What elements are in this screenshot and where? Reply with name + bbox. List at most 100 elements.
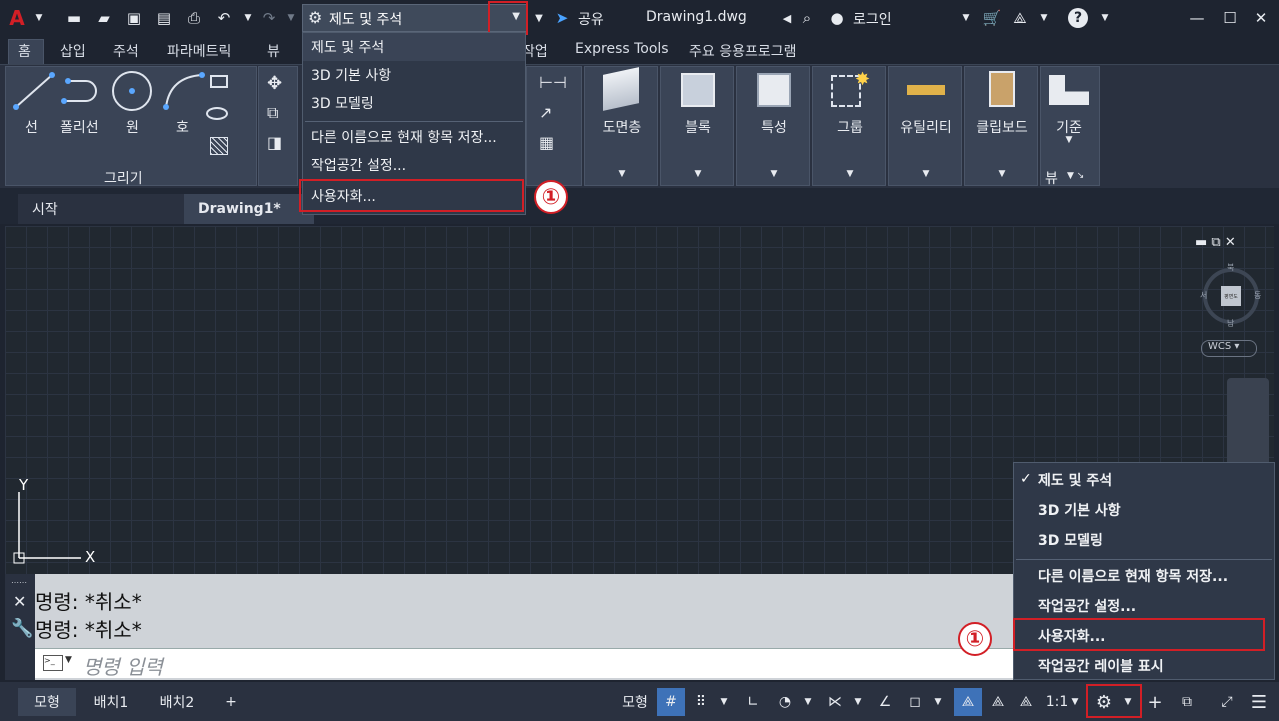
viewcube-west[interactable]: 서 — [1200, 290, 1207, 301]
print-icon[interactable]: ⎙ — [183, 7, 205, 29]
tab-view[interactable]: 뷰 — [267, 41, 280, 61]
workspace-combo[interactable]: ⚙ 제도 및 주석 ▼ — [302, 4, 527, 32]
viewcube-face[interactable]: 평면도 — [1221, 286, 1241, 306]
clipboard-panel[interactable]: 클립보드 ▼ — [964, 66, 1038, 186]
rectangle-icon[interactable] — [210, 75, 228, 88]
utilities-expand-icon[interactable]: ▼ — [889, 169, 963, 179]
table-icon[interactable]: ▦ — [539, 133, 554, 152]
a360-arrow-icon[interactable]: ▼ — [1033, 7, 1055, 29]
arc-label[interactable]: 호 — [176, 117, 189, 137]
copy-icon[interactable]: ⧉ — [267, 103, 278, 123]
undo-arrow-icon[interactable]: ▼ — [237, 7, 259, 29]
help-icon[interactable]: ? — [1068, 8, 1088, 28]
wcs-menu[interactable]: WCS ▾ — [1201, 340, 1257, 357]
save-icon[interactable]: ▣ — [123, 7, 145, 29]
polar-icon[interactable]: ◔ — [772, 688, 798, 716]
line-tool-icon[interactable] — [12, 71, 56, 111]
workspace-gear-icon[interactable]: ⚙ — [1088, 688, 1120, 716]
model-space-button[interactable]: 모형 — [615, 688, 655, 716]
hamburger-menu-icon[interactable]: ☰ — [1245, 688, 1273, 716]
polyline-label[interactable]: 폴리선 — [60, 117, 99, 137]
block-expand-icon[interactable]: ▼ — [661, 169, 735, 179]
status-menu-item-show-label[interactable]: 작업공간 레이블 표시 — [1014, 651, 1274, 681]
viewcube-south[interactable]: 남 — [1227, 318, 1234, 329]
tab-featured-apps[interactable]: 주요 응용프로그램 — [689, 41, 797, 61]
cart-icon[interactable]: 🛒 — [981, 7, 1003, 29]
snap-arrow-icon[interactable]: ▼ — [714, 688, 734, 716]
recent-commands-arrow-icon[interactable]: ▼ — [65, 655, 72, 665]
workspace-gear-arrow-icon[interactable]: ▼ — [1120, 688, 1136, 716]
auto-scale-icon[interactable]: ⟁ — [985, 688, 1011, 716]
object-snap-tracking-icon[interactable]: ∠ — [872, 688, 898, 716]
command-prompt-icon[interactable]: >_ — [43, 655, 63, 671]
minimize-icon[interactable]: — — [1186, 7, 1208, 29]
tab-annotate[interactable]: 주석 — [113, 41, 139, 61]
stretch-icon[interactable]: ◨ — [267, 133, 282, 152]
hatch-icon[interactable] — [210, 137, 228, 155]
search-back-icon[interactable]: ◀ — [776, 7, 798, 29]
snap-icon[interactable]: ⠿ — [688, 688, 714, 716]
workspace-arrow-icon[interactable]: ▼ — [528, 7, 550, 29]
isolate-objects-icon[interactable]: ⧉ — [1173, 688, 1201, 716]
login-label[interactable]: 로그인 — [853, 9, 892, 29]
close-command-icon[interactable]: ✕ — [13, 592, 26, 611]
tab-parametric[interactable]: 파라메트릭 — [167, 41, 231, 61]
dimension-icon[interactable]: ⊢⊣ — [539, 73, 567, 92]
tab-home[interactable]: 홈 — [18, 41, 31, 61]
circle-tool-icon[interactable] — [110, 69, 154, 113]
isodraft-arrow-icon[interactable]: ▼ — [848, 688, 868, 716]
user-icon[interactable]: ● — [826, 7, 848, 29]
object-snap-arrow-icon[interactable]: ▼ — [928, 688, 948, 716]
layers-panel[interactable]: 도면층 ▼ — [584, 66, 658, 186]
view-panel-arrow-icon[interactable]: ▼ ↘ — [1067, 171, 1084, 181]
annotation-visibility-icon[interactable]: ⟁ — [954, 688, 982, 716]
login-arrow-icon[interactable]: ▼ — [955, 7, 977, 29]
tab-start[interactable]: 시작 — [18, 194, 184, 224]
autodesk-a360-icon[interactable]: ⟁ — [1009, 7, 1031, 29]
navigation-bar[interactable] — [1227, 378, 1269, 468]
annotation-scale-icon[interactable]: ⟁ — [1013, 688, 1039, 716]
menu-item-save-as[interactable]: 다른 이름으로 현재 항목 저장... — [303, 123, 525, 151]
draw-panel-label[interactable]: 그리기 — [104, 168, 143, 188]
groups-panel[interactable]: ✸ 그룹 ▼ — [812, 66, 886, 186]
save-as-icon[interactable]: ▤ — [153, 7, 175, 29]
status-menu-item-3d-modeling[interactable]: 3D 모델링 — [1014, 525, 1274, 555]
viewcube-north[interactable]: 북 — [1227, 262, 1234, 273]
base-view-panel[interactable]: 기준 ▼ 뷰 ▼ ↘ — [1040, 66, 1100, 188]
redo-arrow-icon[interactable]: ▼ — [280, 7, 302, 29]
utilities-panel[interactable]: 유틸리티 ▼ — [888, 66, 962, 186]
polar-arrow-icon[interactable]: ▼ — [798, 688, 818, 716]
polyline-tool-icon[interactable] — [60, 71, 108, 111]
menu-item-3d-modeling[interactable]: 3D 모델링 — [303, 89, 525, 117]
share-label[interactable]: 공유 — [578, 9, 604, 29]
fullscreen-icon[interactable]: ⤢ — [1213, 688, 1241, 716]
add-icon[interactable]: + — [1143, 688, 1167, 716]
help-arrow-icon[interactable]: ▼ — [1094, 7, 1116, 29]
command-input[interactable]: >_ ▼ 명령 입력 — [35, 648, 1013, 679]
menu-item-3d-basics[interactable]: 3D 기본 사항 — [303, 61, 525, 89]
maximize-icon[interactable]: ☐ — [1219, 7, 1241, 29]
status-menu-item-save-as[interactable]: 다른 이름으로 현재 항목 저장... — [1014, 561, 1274, 591]
redo-icon[interactable]: ↷ — [258, 7, 280, 29]
properties-expand-icon[interactable]: ▼ — [737, 169, 811, 179]
menu-item-workspace-settings[interactable]: 작업공간 설정... — [303, 151, 525, 179]
ellipse-icon[interactable] — [206, 107, 228, 120]
new-file-icon[interactable]: ▬ — [63, 7, 85, 29]
app-menu-arrow-icon[interactable]: ▼ — [28, 7, 50, 29]
status-menu-item-3d-basics[interactable]: 3D 기본 사항 — [1014, 495, 1274, 525]
grip-icon[interactable]: ⋯⋯ — [11, 578, 27, 587]
viewcube-east[interactable]: 동 — [1254, 290, 1261, 301]
tab-insert[interactable]: 삽입 — [60, 41, 86, 61]
circle-label[interactable]: 원 — [126, 117, 139, 137]
share-icon[interactable]: ➤ — [551, 7, 573, 29]
layout-tab-1[interactable]: 배치1 — [80, 688, 142, 716]
tab-express-tools[interactable]: Express Tools — [575, 41, 669, 57]
open-folder-icon[interactable]: ▰ — [93, 7, 115, 29]
status-menu-item-workspace-settings[interactable]: 작업공간 설정... — [1014, 591, 1274, 621]
line-label[interactable]: 선 — [25, 117, 38, 137]
layout-tab-model[interactable]: 모형 — [18, 688, 76, 716]
groups-expand-icon[interactable]: ▼ — [813, 169, 887, 179]
scale-value[interactable]: 1:1 — [1044, 688, 1070, 716]
isodraft-icon[interactable]: ⋉ — [822, 688, 848, 716]
view-panel-label[interactable]: 뷰 — [1045, 168, 1058, 188]
